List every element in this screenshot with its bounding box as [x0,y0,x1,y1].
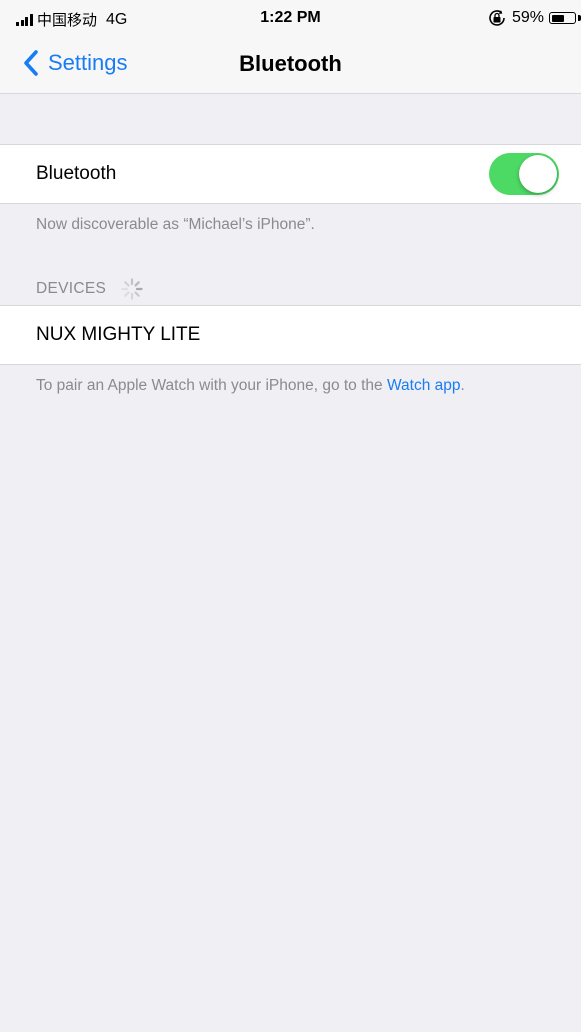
apple-watch-footer: To pair an Apple Watch with your iPhone,… [36,377,465,395]
footer-period: . [460,377,465,394]
rotation-lock-icon [489,10,505,26]
bluetooth-toggle[interactable] [489,153,559,195]
battery-level-fill [551,14,564,22]
navigation-bar: Settings Bluetooth [0,36,581,94]
watch-app-link[interactable]: Watch app [387,377,461,394]
discoverable-text: Now discoverable as “Michael’s iPhone”. [36,216,315,233]
bluetooth-label: Bluetooth [36,163,117,184]
bluetooth-toggle-row: Bluetooth [0,144,581,204]
page-title: Bluetooth [239,51,342,76]
devices-section-header: DEVICES [36,277,144,301]
battery-icon [549,12,576,24]
status-bar: 中国移动 4G 1:22 PM 59% [0,0,581,36]
device-name: NUX MIGHTY LITE [36,324,201,345]
battery-percent: 59% [511,9,544,26]
devices-header-label: DEVICES [36,280,107,297]
status-right: 59% [487,8,581,28]
apple-watch-text: To pair an Apple Watch with your iPhone,… [36,377,387,394]
device-row[interactable]: NUX MIGHTY LITE [0,305,581,365]
spinner-icon [121,278,143,300]
bluetooth-settings-screen: 中国移动 4G 1:22 PM 59% Settings Bluetooth B… [0,0,581,1032]
toggle-knob [519,155,557,193]
